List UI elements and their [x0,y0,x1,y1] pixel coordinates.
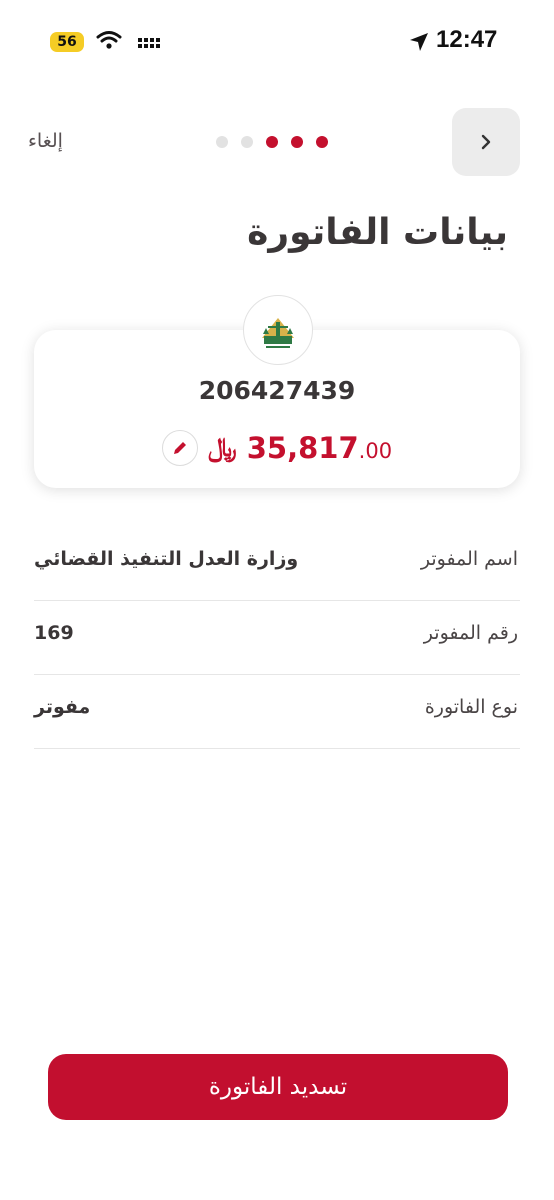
wifi-icon [96,31,122,49]
invoice-amount: 35,817.00 [247,431,392,465]
status-time: 12:47 [436,26,498,53]
detail-row-invoice-type: نوع الفاتورة مفوتر [34,674,520,749]
step-dot-pending [216,136,228,148]
detail-label: نوع الفاتورة [424,696,518,718]
pay-invoice-button[interactable]: تسديد الفاتورة [48,1054,508,1120]
amount-integer: 35,817 [246,431,359,465]
currency-symbol: ﷼ [207,432,237,463]
back-button[interactable] [452,108,520,176]
battery-indicator: 56 [50,32,84,52]
detail-value: مفوتر [34,696,91,718]
cellular-signal-icon [138,38,160,48]
step-dot-complete [291,136,303,148]
step-progress-indicator [216,136,328,148]
invoice-amount-row: ﷼ 35,817.00 [34,430,520,466]
step-dot-complete [266,136,278,148]
detail-label: اسم المفوتر [420,548,518,570]
cancel-button[interactable]: إلغاء [28,130,63,152]
detail-row-biller-name: اسم المفوتر وزارة العدل التنفيذ القضائي [34,526,520,601]
biller-logo [243,295,313,365]
detail-row-biller-number: رقم المفوتر 169 [34,600,520,675]
amount-decimals: .00 [358,439,393,463]
detail-label: رقم المفوتر [423,622,518,644]
chevron-right-icon [481,134,491,150]
invoice-number: 206427439 [198,376,356,405]
location-arrow-icon [410,33,428,51]
pencil-icon [173,442,186,454]
detail-value: 169 [34,622,74,644]
step-dot-pending [241,136,253,148]
detail-value: وزارة العدل التنفيذ القضائي [34,548,299,570]
page-title: بيانات الفاتورة [247,212,508,253]
edit-amount-button[interactable] [161,430,198,466]
ministry-of-justice-logo-icon [258,310,298,350]
status-bar: 56 12:47 [0,26,554,58]
step-dot-complete [316,136,328,148]
